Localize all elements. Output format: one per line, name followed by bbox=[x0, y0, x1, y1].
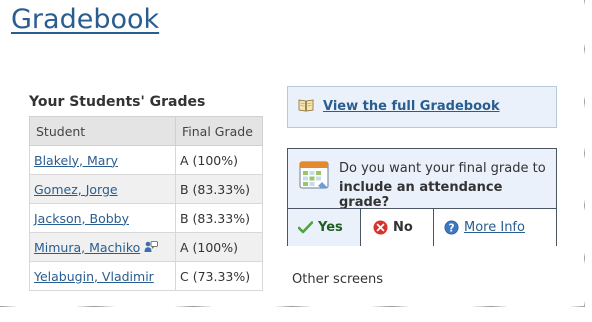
table-row: Gomez, Jorge B (83.33%) bbox=[29, 174, 263, 204]
no-button[interactable]: No bbox=[361, 209, 434, 246]
column-header-student: Student bbox=[29, 116, 176, 146]
other-screens-heading: Other screens bbox=[292, 272, 384, 287]
yes-button[interactable]: Yes bbox=[288, 209, 361, 246]
student-cell: Jackson, Bobby bbox=[29, 203, 176, 233]
student-cell: Yelabugin, Vladimir bbox=[29, 261, 176, 291]
screenshot-frame: Gradebook Your Students' Grades Student … bbox=[0, 0, 585, 307]
grades-table: Student Final Grade Blakely, Mary A (100… bbox=[29, 116, 263, 291]
student-cell: Gomez, Jorge bbox=[29, 174, 176, 204]
gradebook-link-box: View the full Gradebook bbox=[287, 86, 557, 128]
help-icon: ? bbox=[444, 220, 459, 235]
more-info-button[interactable]: ? More Info bbox=[434, 209, 556, 246]
student-link[interactable]: Mimura, Machiko bbox=[34, 240, 140, 255]
no-label: No bbox=[393, 220, 413, 235]
close-icon bbox=[373, 220, 388, 235]
grade-cell: A (100%) bbox=[175, 145, 263, 175]
yes-label: Yes bbox=[318, 220, 343, 235]
attendance-button-row: Yes No ? More Info bbox=[288, 208, 556, 246]
calendar-icon bbox=[299, 161, 329, 189]
attendance-prompt-box: Do you want your final grade to include … bbox=[287, 148, 557, 246]
book-icon bbox=[298, 99, 314, 112]
table-row: Jackson, Bobby B (83.33%) bbox=[29, 203, 263, 233]
checkmark-icon bbox=[298, 221, 313, 234]
student-cell: Blakely, Mary bbox=[29, 145, 176, 175]
table-row: Mimura, Machiko A (100%) bbox=[29, 232, 263, 262]
attendance-question-line1: Do you want your final grade to bbox=[339, 161, 546, 176]
grade-cell: C (73.33%) bbox=[175, 261, 263, 291]
grade-cell: A (100%) bbox=[175, 232, 263, 262]
attendance-question-line2: include an attendance grade? bbox=[339, 180, 503, 210]
view-gradebook-link[interactable]: View the full Gradebook bbox=[323, 99, 500, 114]
svg-text:?: ? bbox=[448, 222, 454, 234]
student-link[interactable]: Gomez, Jorge bbox=[34, 182, 118, 197]
student-link[interactable]: Yelabugin, Vladimir bbox=[34, 269, 154, 284]
table-header-row: Student Final Grade bbox=[29, 116, 263, 146]
table-row: Yelabugin, Vladimir C (73.33%) bbox=[29, 261, 263, 291]
more-info-label: More Info bbox=[464, 220, 525, 235]
message-icon[interactable] bbox=[144, 240, 159, 253]
column-header-final-grade: Final Grade bbox=[175, 116, 263, 146]
table-row: Blakely, Mary A (100%) bbox=[29, 145, 263, 175]
grades-heading: Your Students' Grades bbox=[29, 94, 206, 110]
student-cell: Mimura, Machiko bbox=[29, 232, 176, 262]
grade-cell: B (83.33%) bbox=[175, 174, 263, 204]
student-link[interactable]: Jackson, Bobby bbox=[34, 211, 129, 226]
page-title[interactable]: Gradebook bbox=[11, 4, 159, 35]
student-link[interactable]: Blakely, Mary bbox=[34, 153, 118, 168]
grade-cell: B (83.33%) bbox=[175, 203, 263, 233]
